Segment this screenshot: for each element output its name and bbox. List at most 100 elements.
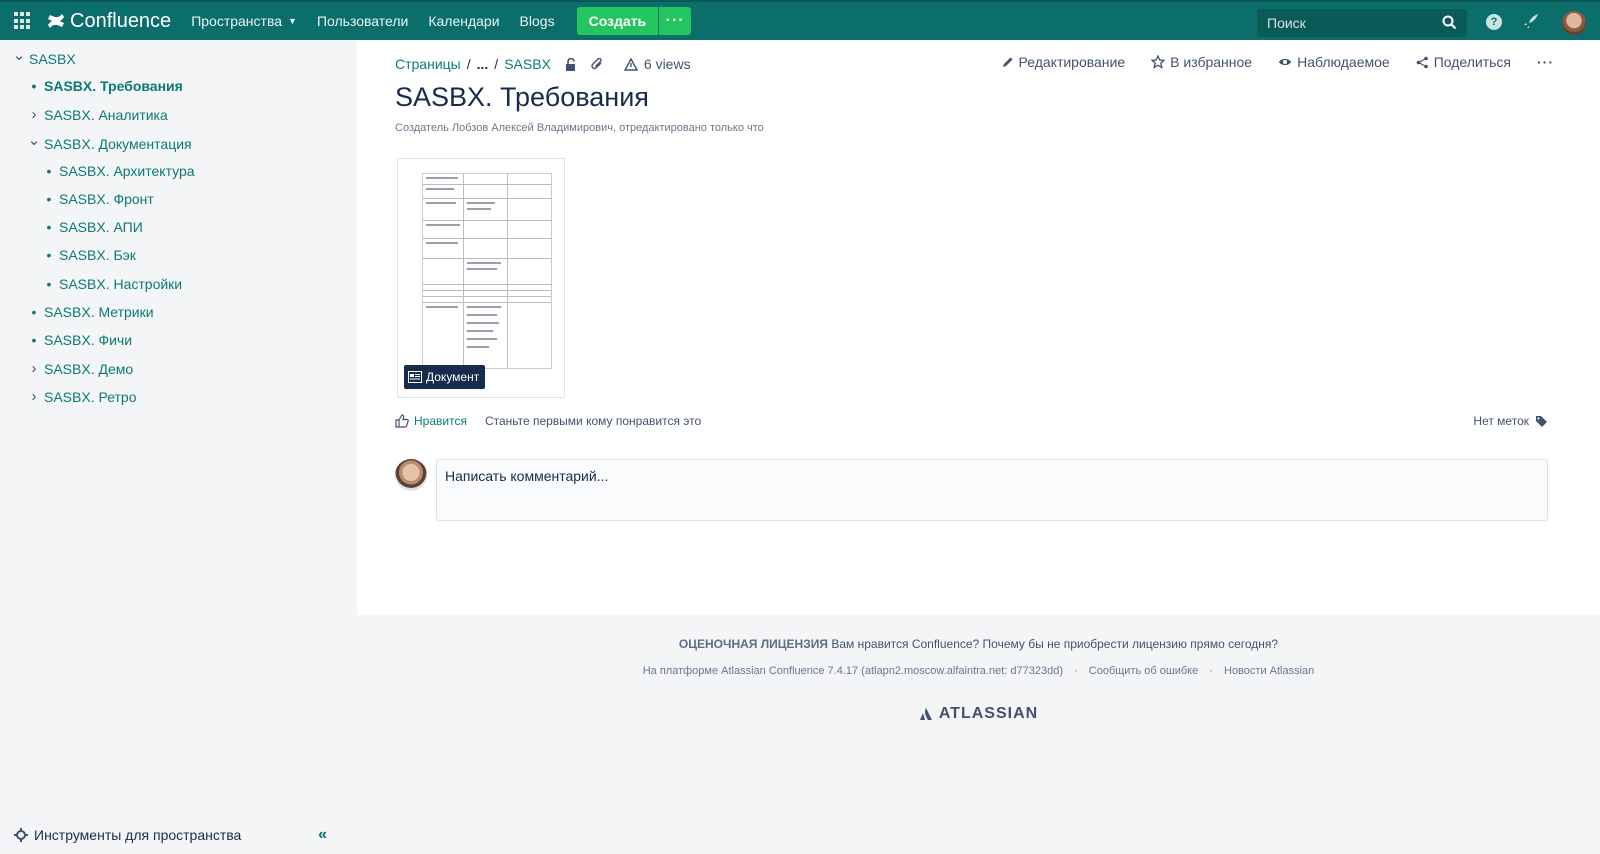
tree-item[interactable]: • SASBX. Метрики [27, 304, 154, 320]
tree-item[interactable]: • SASBX. Настройки [42, 275, 183, 292]
space-tools[interactable]: Инструменты для пространства « [0, 816, 357, 854]
like-button[interactable]: Нравится [395, 414, 467, 428]
page-views[interactable]: 6 views [623, 56, 691, 72]
chevron-down-icon[interactable]: ⌄ [27, 131, 41, 149]
breadcrumb-pages[interactable]: Страницы [395, 56, 461, 72]
tree-item[interactable]: › SASBX. Аналитика [27, 106, 168, 123]
create-button[interactable]: Создать [576, 7, 659, 35]
doc-text-line [467, 322, 499, 324]
eye-icon [1279, 59, 1292, 65]
breadcrumb-separator: / [494, 56, 499, 72]
collapse-sidebar-icon[interactable]: « [318, 826, 327, 844]
tree-item[interactable]: › SASBX. Ретро [27, 388, 137, 405]
star-icon [1151, 55, 1166, 69]
doc-text-line [467, 338, 497, 340]
search-icon [1442, 15, 1457, 30]
tree-item-label: SASBX. Документация [44, 135, 192, 152]
atlassian-news-link[interactable]: Новости Atlassian [1224, 665, 1314, 677]
tree-item[interactable]: • SASBX. АПИ [42, 219, 143, 235]
page-title: SASBX. Требования [395, 82, 649, 112]
nav-people[interactable]: Пользователи [317, 13, 408, 29]
more-actions-button[interactable]: ··· [1537, 54, 1554, 70]
bullet-icon: • [46, 191, 52, 207]
create-more-button[interactable]: ··· [659, 7, 692, 35]
atlassian-logo-icon [919, 708, 932, 720]
footer-dot: · [1074, 665, 1078, 677]
unlock-icon[interactable] [565, 57, 577, 71]
document-icon [408, 371, 422, 383]
rocket-icon[interactable] [1523, 13, 1539, 29]
doc-text-line [467, 208, 491, 210]
tree-item[interactable]: › SASBX. Демо [27, 360, 134, 377]
breadcrumb-space[interactable]: SASBX [504, 56, 551, 72]
tree-item[interactable]: • SASBX. Архитектура [42, 163, 195, 179]
share-button[interactable]: Поделиться [1416, 54, 1511, 70]
labels-text: Нет меток [1473, 414, 1529, 428]
favorite-button[interactable]: В избранное [1151, 54, 1252, 70]
tree-item[interactable]: ⌄ SASBX [12, 47, 76, 68]
tree-item-label: SASBX [29, 51, 76, 67]
app-name: Confluence [70, 9, 172, 32]
doc-text-line [467, 346, 489, 348]
tree-item[interactable]: • SASBX. Фичи [27, 332, 133, 348]
tree-item-label: SASBX. Ретро [44, 388, 137, 405]
search-input[interactable]: Поиск [1257, 9, 1467, 37]
chevron-right-icon[interactable]: › [27, 106, 41, 123]
labels[interactable]: Нет меток [1473, 414, 1548, 428]
app-switcher-icon[interactable] [14, 12, 32, 30]
comment-input[interactable]: Написать комментарий... [436, 459, 1548, 521]
like-hint: Станьте первыми кому понравится это [484, 414, 702, 428]
atlassian-brand: ATLASSIAN [938, 705, 1039, 722]
doc-text-line [426, 188, 454, 190]
nav-blogs[interactable]: Blogs [520, 13, 555, 29]
tree-item[interactable]: • SASBX. Требования [27, 78, 183, 94]
doc-text-line [467, 268, 497, 270]
edit-button[interactable]: Редактирование [1002, 54, 1125, 70]
chevron-down-icon[interactable]: ⌄ [12, 46, 26, 64]
top-navigation: Confluence Пространства ▼ Пользователи К… [0, 0, 1600, 40]
user-avatar[interactable] [1562, 11, 1586, 35]
bullet-icon: • [46, 162, 52, 179]
footer-dot: · [1209, 665, 1213, 677]
gear-icon [14, 828, 28, 842]
document-attachment-thumbnail[interactable]: Документ [397, 158, 565, 398]
tree-item-label: SASBX. Настройки [59, 275, 183, 292]
breadcrumb: Страницы / ... / SASBX 6 views [395, 56, 691, 72]
breadcrumb-ellipsis[interactable]: ... [477, 56, 489, 72]
tree-item[interactable]: • SASBX. Фронт [42, 191, 154, 207]
page-actions: Редактирование В избранное Наблюдаемое П… [976, 54, 1555, 70]
tree-item-label: SASBX. Метрики [44, 303, 154, 320]
help-icon[interactable]: ? [1486, 14, 1502, 30]
chevron-right-icon[interactable]: › [27, 388, 41, 405]
chevron-right-icon[interactable]: › [27, 360, 41, 377]
doc-row [423, 198, 551, 199]
breadcrumb-separator: / [466, 56, 471, 72]
doc-row [423, 296, 551, 297]
chevron-down-icon: ▼ [288, 16, 297, 26]
bullet-icon: • [31, 303, 37, 320]
bullet-icon: • [31, 332, 37, 348]
tree-item-label: SASBX. Архитектура [59, 162, 195, 179]
like-row: Нравится Станьте первыми кому понравится… [395, 414, 701, 428]
watch-button[interactable]: Наблюдаемое [1278, 54, 1390, 70]
doc-row [423, 258, 551, 259]
atlassian-logo[interactable]: ATLASSIAN [357, 705, 1600, 723]
confluence-logo[interactable]: Confluence [46, 10, 171, 33]
pencil-icon [1002, 57, 1012, 67]
tree-item[interactable]: ⌄ SASBX. Документация [27, 132, 192, 153]
tree-item[interactable]: • SASBX. Бэк [42, 247, 136, 263]
doc-col [507, 174, 508, 368]
tree-item-label: SASBX. Требования [44, 78, 183, 95]
nav-calendars[interactable]: Календари [428, 13, 499, 29]
doc-text-line [426, 242, 458, 244]
nav-spaces[interactable]: Пространства ▼ [191, 13, 297, 29]
doc-text-line [467, 262, 501, 264]
views-count: 6 views [643, 56, 691, 72]
watch-label: Наблюдаемое [1297, 54, 1390, 70]
attachment-icon[interactable] [591, 57, 604, 71]
doc-row [423, 238, 551, 239]
like-label: Нравится [414, 414, 467, 428]
report-bug-link[interactable]: Сообщить об ошибке [1089, 665, 1198, 677]
platform-info: На платформе Atlassian Confluence 7.4.17… [357, 665, 1600, 677]
doc-text-line [467, 306, 501, 308]
